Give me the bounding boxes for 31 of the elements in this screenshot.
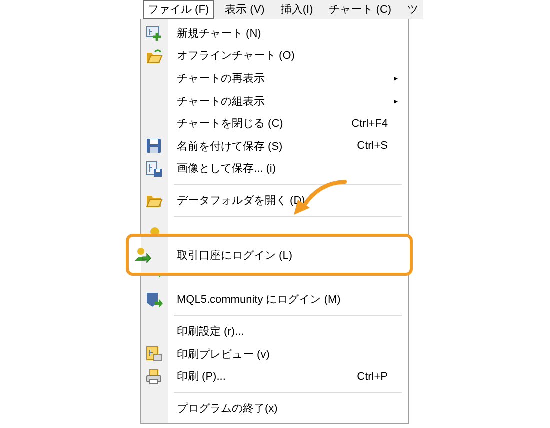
shortcut-label: Ctrl+P: [357, 370, 388, 383]
menu-item[interactable]: 新規チャート (N): [168, 26, 408, 41]
menu-item[interactable]: 印刷設定 (r)...: [168, 324, 408, 339]
menu-bar-item[interactable]: チャート (C): [324, 0, 397, 19]
menu-bar-item[interactable]: 表示 (V): [220, 0, 270, 19]
menu-item[interactable]: チャートの組表示: [168, 94, 394, 109]
image-save-icon: [146, 160, 163, 177]
menu-item[interactable]: 名前を付けて保存 (S): [168, 138, 358, 154]
submenu-arrow: ▸: [394, 96, 398, 106]
menu-item[interactable]: 印刷 (P)...: [168, 369, 358, 384]
menu-item[interactable]: プログラムの終了(x): [168, 400, 408, 416]
mql5-login-icon: [146, 292, 163, 308]
shortcut-label: Ctrl+S: [357, 140, 388, 152]
shortcut-label: Ctrl+F4: [352, 118, 388, 130]
menu-item[interactable]: オフラインチャート (O): [168, 48, 408, 64]
menu-item[interactable]: MQL5.community にログイン (M): [168, 292, 408, 308]
menu-bar-item[interactable]: ファイル (F): [143, 0, 214, 19]
print-preview-icon: [146, 346, 163, 362]
menu-item[interactable]: 取引口座にログイン (L): [156, 248, 410, 263]
menu-item[interactable]: 印刷プレビュー (v): [168, 346, 408, 362]
save-icon: [146, 138, 163, 154]
folder-icon: [146, 48, 163, 64]
printer-icon: [146, 368, 163, 385]
menu-item[interactable]: チャートを閉じる (C): [168, 116, 352, 132]
login-icon: [134, 247, 151, 264]
menu-bar-item[interactable]: 挿入(I): [276, 0, 318, 19]
new-chart-icon: [146, 25, 163, 42]
menu-item[interactable]: 画像として保存... (i): [168, 161, 408, 176]
menu-item[interactable]: チャートの再表示: [168, 70, 394, 86]
submenu-arrow: ▸: [394, 74, 398, 83]
menu-bar-item[interactable]: ツ: [402, 0, 424, 19]
